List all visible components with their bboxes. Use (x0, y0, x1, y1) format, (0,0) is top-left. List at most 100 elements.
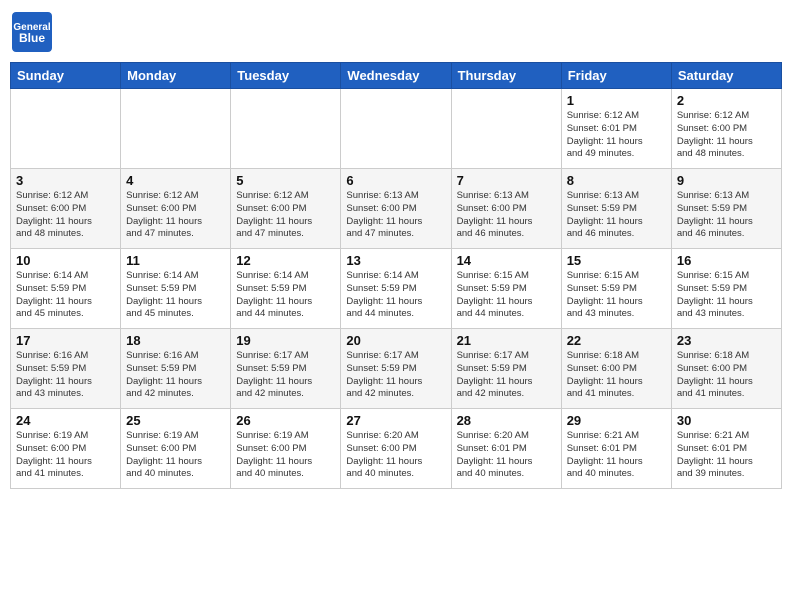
calendar-week-row: 10 Sunrise: 6:14 AM Sunset: 5:59 PM Dayli… (11, 249, 782, 329)
calendar-cell: 15 Sunrise: 6:15 AM Sunset: 5:59 PM Dayli… (561, 249, 671, 329)
calendar-week-row: 3 Sunrise: 6:12 AM Sunset: 6:00 PM Daylig… (11, 169, 782, 249)
day-info: Sunrise: 6:15 AM Sunset: 5:59 PM Dayligh… (677, 270, 776, 321)
day-number: 12 (236, 253, 335, 268)
calendar-cell: 8 Sunrise: 6:13 AM Sunset: 5:59 PM Daylig… (561, 169, 671, 249)
day-info: Sunrise: 6:13 AM Sunset: 6:00 PM Dayligh… (457, 190, 556, 241)
calendar-cell: 19 Sunrise: 6:17 AM Sunset: 5:59 PM Dayli… (231, 329, 341, 409)
day-number: 20 (346, 333, 445, 348)
logo: General Blue (10, 10, 54, 54)
day-info: Sunrise: 6:12 AM Sunset: 6:00 PM Dayligh… (236, 190, 335, 241)
day-info: Sunrise: 6:14 AM Sunset: 5:59 PM Dayligh… (126, 270, 225, 321)
day-info: Sunrise: 6:15 AM Sunset: 5:59 PM Dayligh… (457, 270, 556, 321)
day-info: Sunrise: 6:19 AM Sunset: 6:00 PM Dayligh… (16, 430, 115, 481)
calendar-cell: 27Sunrise: 6:20 AM Sunset: 6:00 PM Dayli… (341, 409, 451, 489)
day-number: 11 (126, 253, 225, 268)
day-info: Sunrise: 6:17 AM Sunset: 5:59 PM Dayligh… (457, 350, 556, 401)
calendar-cell: 6Sunrise: 6:13 AM Sunset: 6:00 PM Daylig… (341, 169, 451, 249)
calendar-cell: 26Sunrise: 6:19 AM Sunset: 6:00 PM Dayli… (231, 409, 341, 489)
calendar-cell: 3 Sunrise: 6:12 AM Sunset: 6:00 PM Daylig… (11, 169, 121, 249)
calendar-cell: 5 Sunrise: 6:12 AM Sunset: 6:00 PM Daylig… (231, 169, 341, 249)
calendar-cell: 1 Sunrise: 6:12 AM Sunset: 6:01 PM Daylig… (561, 89, 671, 169)
day-number: 10 (16, 253, 115, 268)
calendar-cell (341, 89, 451, 169)
calendar-cell: 23 Sunrise: 6:18 AM Sunset: 6:00 PM Dayli… (671, 329, 781, 409)
day-info: Sunrise: 6:20 AM Sunset: 6:00 PM Dayligh… (346, 430, 445, 481)
day-number: 28 (457, 413, 556, 428)
calendar-header-friday: Friday (561, 63, 671, 89)
day-number: 15 (567, 253, 666, 268)
calendar-header-wednesday: Wednesday (341, 63, 451, 89)
calendar-cell: 21 Sunrise: 6:17 AM Sunset: 5:59 PM Dayli… (451, 329, 561, 409)
day-number: 23 (677, 333, 776, 348)
calendar-header-row: SundayMondayTuesdayWednesdayThursdayFrid… (11, 63, 782, 89)
day-info: Sunrise: 6:12 AM Sunset: 6:00 PM Dayligh… (16, 190, 115, 241)
day-info: Sunrise: 6:20 AM Sunset: 6:01 PM Dayligh… (457, 430, 556, 481)
day-number: 25 (126, 413, 225, 428)
day-number: 18 (126, 333, 225, 348)
day-number: 22 (567, 333, 666, 348)
day-info: Sunrise: 6:18 AM Sunset: 6:00 PM Dayligh… (677, 350, 776, 401)
day-number: 7 (457, 173, 556, 188)
day-number: 6 (346, 173, 445, 188)
calendar-cell: 25 Sunrise: 6:19 AM Sunset: 6:00 PM Dayli… (121, 409, 231, 489)
calendar-cell: 2 Sunrise: 6:12 AM Sunset: 6:00 PM Daylig… (671, 89, 781, 169)
calendar-cell: 9 Sunrise: 6:13 AM Sunset: 5:59 PM Daylig… (671, 169, 781, 249)
day-number: 14 (457, 253, 556, 268)
day-number: 5 (236, 173, 335, 188)
day-number: 21 (457, 333, 556, 348)
calendar-cell: 11 Sunrise: 6:14 AM Sunset: 5:59 PM Dayli… (121, 249, 231, 329)
calendar-cell: 20 Sunrise: 6:17 AM Sunset: 5:59 PM Dayli… (341, 329, 451, 409)
day-info: Sunrise: 6:12 AM Sunset: 6:00 PM Dayligh… (677, 110, 776, 161)
day-number: 29 (567, 413, 666, 428)
day-info: Sunrise: 6:17 AM Sunset: 5:59 PM Dayligh… (346, 350, 445, 401)
day-info: Sunrise: 6:19 AM Sunset: 6:00 PM Dayligh… (126, 430, 225, 481)
calendar-cell (11, 89, 121, 169)
svg-text:Blue: Blue (19, 31, 45, 45)
day-number: 16 (677, 253, 776, 268)
day-info: Sunrise: 6:14 AM Sunset: 5:59 PM Dayligh… (346, 270, 445, 321)
day-number: 17 (16, 333, 115, 348)
calendar-header-thursday: Thursday (451, 63, 561, 89)
calendar-cell: 16 Sunrise: 6:15 AM Sunset: 5:59 PM Dayli… (671, 249, 781, 329)
calendar-cell (451, 89, 561, 169)
day-info: Sunrise: 6:12 AM Sunset: 6:00 PM Dayligh… (126, 190, 225, 241)
day-number: 19 (236, 333, 335, 348)
day-number: 8 (567, 173, 666, 188)
day-info: Sunrise: 6:14 AM Sunset: 5:59 PM Dayligh… (236, 270, 335, 321)
calendar-cell: 28 Sunrise: 6:20 AM Sunset: 6:01 PM Dayli… (451, 409, 561, 489)
day-number: 30 (677, 413, 776, 428)
calendar-cell (231, 89, 341, 169)
calendar-cell: 14 Sunrise: 6:15 AM Sunset: 5:59 PM Dayli… (451, 249, 561, 329)
calendar-header-sunday: Sunday (11, 63, 121, 89)
day-number: 1 (567, 93, 666, 108)
day-info: Sunrise: 6:17 AM Sunset: 5:59 PM Dayligh… (236, 350, 335, 401)
day-info: Sunrise: 6:16 AM Sunset: 5:59 PM Dayligh… (126, 350, 225, 401)
calendar-table: SundayMondayTuesdayWednesdayThursdayFrid… (10, 62, 782, 489)
calendar-week-row: 1 Sunrise: 6:12 AM Sunset: 6:01 PM Daylig… (11, 89, 782, 169)
day-info: Sunrise: 6:16 AM Sunset: 5:59 PM Dayligh… (16, 350, 115, 401)
day-number: 3 (16, 173, 115, 188)
day-number: 9 (677, 173, 776, 188)
day-number: 2 (677, 93, 776, 108)
day-info: Sunrise: 6:13 AM Sunset: 5:59 PM Dayligh… (567, 190, 666, 241)
calendar-header-monday: Monday (121, 63, 231, 89)
day-info: Sunrise: 6:18 AM Sunset: 6:00 PM Dayligh… (567, 350, 666, 401)
calendar-cell: 13 Sunrise: 6:14 AM Sunset: 5:59 PM Dayli… (341, 249, 451, 329)
calendar-cell: 22 Sunrise: 6:18 AM Sunset: 6:00 PM Dayli… (561, 329, 671, 409)
day-info: Sunrise: 6:15 AM Sunset: 5:59 PM Dayligh… (567, 270, 666, 321)
day-number: 13 (346, 253, 445, 268)
calendar-header-saturday: Saturday (671, 63, 781, 89)
calendar-cell: 29Sunrise: 6:21 AM Sunset: 6:01 PM Dayli… (561, 409, 671, 489)
calendar-header-tuesday: Tuesday (231, 63, 341, 89)
calendar-cell: 30Sunrise: 6:21 AM Sunset: 6:01 PM Dayli… (671, 409, 781, 489)
calendar-cell (121, 89, 231, 169)
day-number: 24 (16, 413, 115, 428)
day-number: 26 (236, 413, 335, 428)
page-header: General Blue (10, 10, 782, 54)
calendar-cell: 24 Sunrise: 6:19 AM Sunset: 6:00 PM Dayli… (11, 409, 121, 489)
day-info: Sunrise: 6:14 AM Sunset: 5:59 PM Dayligh… (16, 270, 115, 321)
day-info: Sunrise: 6:13 AM Sunset: 5:59 PM Dayligh… (677, 190, 776, 241)
calendar-cell: 4Sunrise: 6:12 AM Sunset: 6:00 PM Daylig… (121, 169, 231, 249)
calendar-cell: 17 Sunrise: 6:16 AM Sunset: 5:59 PM Dayli… (11, 329, 121, 409)
day-info: Sunrise: 6:12 AM Sunset: 6:01 PM Dayligh… (567, 110, 666, 161)
